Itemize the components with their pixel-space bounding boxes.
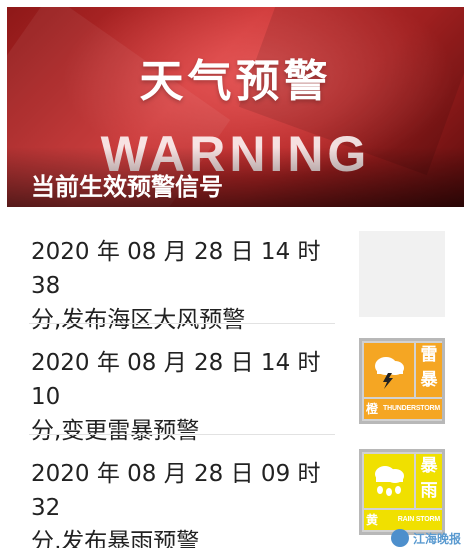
badge-name: 暴 雨: [416, 454, 442, 508]
badge-caption: 橙 THUNDERSTORM: [364, 399, 442, 419]
warning-thumbnail-placeholder: [359, 231, 445, 317]
publisher-watermark: 江海晚报: [390, 529, 461, 547]
badge-caption: 黄 RAIN STORM: [364, 510, 442, 530]
warning-time: 2020 年 08 月 28 日 14 时 10: [31, 350, 321, 410]
badge-english: THUNDERSTORM: [383, 405, 440, 412]
warning-time: 2020 年 08 月 28 日 14 时 38: [31, 239, 321, 299]
publisher-logo-icon: [390, 529, 409, 547]
publisher-name: 江海晚报: [412, 531, 461, 546]
badge-level: 橙: [366, 402, 378, 416]
banner-label: 当前生效预警信号: [31, 173, 223, 201]
warning-time: 2020 年 08 月 28 日 09 时 32: [31, 461, 321, 521]
badge-english: RAIN STORM: [397, 516, 440, 523]
warning-list-item[interactable]: 2020 年 08 月 28 日 14 时 10 分,变更雷暴预警 雷 暴 橙 …: [7, 324, 464, 444]
banner-title: 天气预警: [139, 56, 332, 107]
thunderstorm-warning-orange-icon: 雷 暴 橙 THUNDERSTORM: [359, 338, 445, 424]
rainstorm-warning-yellow-icon: 暴 雨 黄 RAIN STORM: [359, 449, 445, 535]
badge-name: 雷 暴: [416, 343, 442, 397]
warning-text: 2020 年 08 月 28 日 14 时 10 分,变更雷暴预警: [31, 346, 341, 448]
warning-list-item[interactable]: 2020 年 08 月 28 日 14 时 38 分,发布海区大风预警: [7, 213, 464, 333]
rain-cloud-icon: [364, 454, 414, 508]
badge-level: 黄: [366, 513, 378, 527]
warning-card: 天气预警 WARNING 当前生效预警信号 2020 年 08 月 28 日 1…: [7, 7, 464, 548]
warning-text: 2020 年 08 月 28 日 09 时 32 分,发布暴雨预警: [31, 457, 341, 548]
warning-banner: 天气预警 WARNING 当前生效预警信号: [7, 7, 464, 207]
warning-description: 分,发布暴雨预警: [31, 529, 200, 548]
thunder-cloud-icon: [364, 343, 414, 397]
warning-text: 2020 年 08 月 28 日 14 时 38 分,发布海区大风预警: [31, 235, 341, 337]
